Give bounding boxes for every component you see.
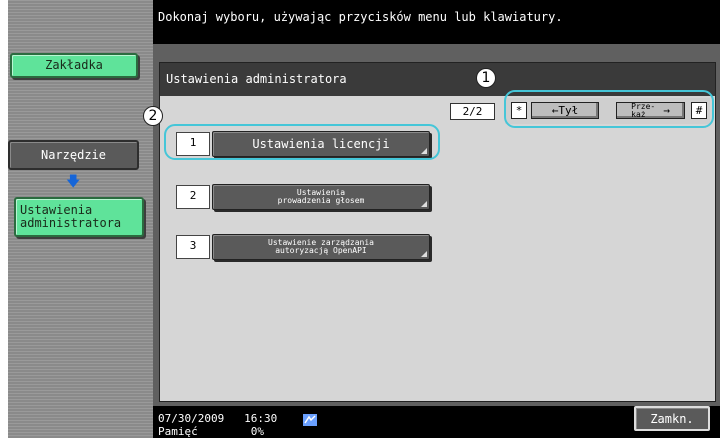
openapi-auth-button[interactable]: Ustawienie zarządzania autoryzacją OpenA… [212,234,430,260]
instruction-message: Dokonaj wyboru, używając przycisków menu… [158,10,563,24]
menu-item-label: Ustawienie zarządzania autoryzacją OpenA… [268,238,374,255]
menu-item-openapi[interactable]: 3 Ustawienie zarządzania autoryzacją Ope… [176,234,430,260]
callout-number-1: 1 [476,68,496,88]
callout-highlight-nav [504,90,714,128]
voice-guidance-button[interactable]: Ustawienia prowadzenia głosem [212,184,430,210]
menu-item-number: 3 [176,235,210,259]
tool-button[interactable]: Narzędzie [8,140,139,170]
page-indicator: 2/2 [450,103,495,120]
callout-number-2: 2 [143,106,163,126]
admin-settings-button[interactable]: Ustawienia administratora [14,197,144,237]
menu-item-number: 2 [176,185,210,209]
callout-highlight-item [164,124,440,160]
datetime: 07/30/2009 16:30 [158,412,278,425]
memory-status: Pamięć 0% [158,425,264,438]
panel-title: Ustawienia administratora [166,72,347,86]
menu-item-voice[interactable]: 2 Ustawienia prowadzenia głosem [176,184,430,210]
network-status-icon [303,411,317,426]
close-button[interactable]: Zamkn. [634,406,710,431]
menu-item-label: Ustawienia prowadzenia głosem [277,188,365,205]
arrow-down-icon: 🡇 [66,174,81,190]
tab-button[interactable]: Zakładka [10,53,138,78]
